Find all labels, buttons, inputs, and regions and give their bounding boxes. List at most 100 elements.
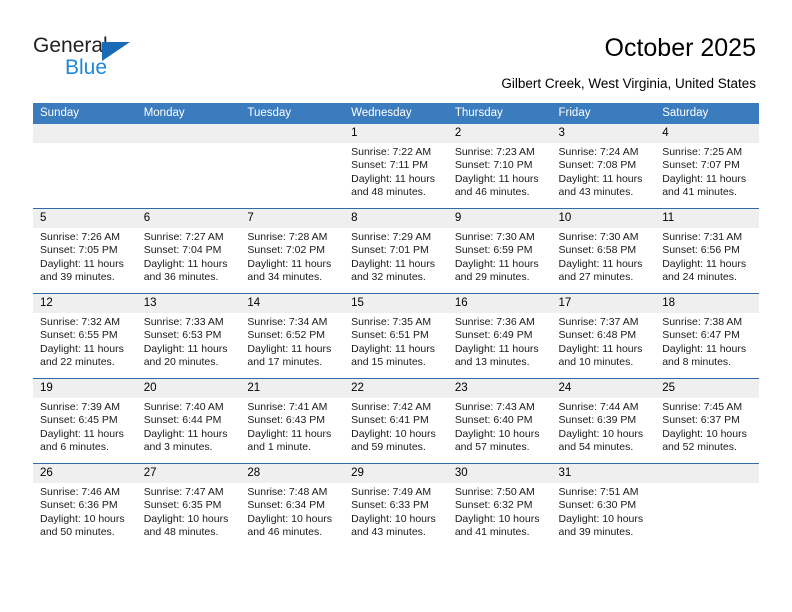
daylight-text-line1: Daylight: 10 hours [143, 512, 229, 525]
daylight-text-line2: and 57 minutes. [454, 441, 530, 454]
day-number: 26 [33, 464, 137, 483]
daylight-text-line1: Daylight: 11 hours [40, 257, 124, 270]
daylight-text-line2: and 27 minutes. [558, 271, 634, 284]
day-number: 7 [240, 209, 345, 228]
daylight-text-line2: and 20 minutes. [143, 356, 219, 369]
calendar-day-cell[interactable]: 18 Sunrise: 7:38 AM Sunset: 6:47 PM Dayligh… [655, 293, 759, 379]
sunrise-text: Sunrise: 7:41 AM [247, 401, 328, 413]
sunset-text: Sunset: 7:02 PM [247, 244, 326, 257]
day-sun-info: Sunrise: 7:29 AM Sunset: 7:01 PM Daylight:… [344, 228, 448, 285]
calendar-day-cell[interactable]: 26 Sunrise: 7:46 AM Sunset: 6:36 PM Dayligh… [33, 463, 137, 548]
calendar-day-cell[interactable]: 13 Sunrise: 7:33 AM Sunset: 6:53 PM Dayligh… [136, 293, 241, 379]
day-sun-info: Sunrise: 7:48 AM Sunset: 6:34 PM Daylight:… [240, 483, 344, 540]
day-sun-info: Sunrise: 7:23 AM Sunset: 7:10 PM Daylight:… [448, 143, 552, 200]
logo-text-blue: Blue [65, 56, 108, 79]
sunset-text: Sunset: 6:33 PM [351, 499, 429, 512]
daylight-text-line2: and 1 minute. [247, 441, 312, 454]
calendar-day-cell[interactable]: 1 Sunrise: 7:22 AM Sunset: 7:11 PM Daylight… [344, 124, 448, 209]
daylight-text-line1: Daylight: 11 hours [454, 257, 539, 270]
daylight-text-line2: and 46 minutes. [247, 526, 323, 539]
daylight-text-line2: and 50 minutes. [40, 526, 115, 539]
day-number: 20 [136, 379, 241, 398]
calendar-day-cell[interactable]: 11 Sunrise: 7:31 AM Sunset: 6:56 PM Dayligh… [655, 208, 759, 294]
calendar-day-cell[interactable]: 8 Sunrise: 7:29 AM Sunset: 7:01 PM Daylight… [344, 208, 448, 294]
calendar-day-cell[interactable]: 4 Sunrise: 7:25 AM Sunset: 7:07 PM Daylight… [655, 124, 759, 209]
day-sun-info: Sunrise: 7:49 AM Sunset: 6:33 PM Daylight:… [344, 483, 448, 540]
calendar-day-cell[interactable]: 27 Sunrise: 7:47 AM Sunset: 6:35 PM Dayligh… [136, 463, 241, 548]
daylight-text-line1: Daylight: 11 hours [662, 172, 747, 185]
calendar-day-cell[interactable]: 5 Sunrise: 7:26 AM Sunset: 7:05 PM Daylight… [33, 208, 137, 294]
day-sun-info: Sunrise: 7:34 AM Sunset: 6:52 PM Daylight:… [240, 313, 344, 370]
daylight-text-line1: Daylight: 11 hours [662, 257, 747, 270]
calendar-day-cell[interactable]: 6 Sunrise: 7:27 AM Sunset: 7:04 PM Daylight… [136, 208, 241, 294]
sunset-text: Sunset: 7:05 PM [40, 244, 118, 257]
day-number: 22 [344, 379, 448, 398]
calendar-day-cell[interactable]: 17 Sunrise: 7:37 AM Sunset: 6:48 PM Dayligh… [551, 293, 656, 379]
day-number: 23 [447, 379, 552, 398]
day-number [136, 124, 241, 143]
sunset-text: Sunset: 6:44 PM [143, 414, 222, 427]
calendar-day-cell[interactable]: 28 Sunrise: 7:48 AM Sunset: 6:34 PM Dayligh… [240, 463, 345, 548]
calendar-day-cell[interactable]: 22 Sunrise: 7:42 AM Sunset: 6:41 PM Dayligh… [344, 378, 448, 464]
calendar-day-cell-empty [655, 463, 759, 548]
daylight-text-line2: and 6 minutes. [40, 441, 109, 454]
weekday-header-monday: Monday [136, 103, 241, 124]
day-number: 21 [240, 379, 345, 398]
sunset-text: Sunset: 6:40 PM [454, 414, 533, 427]
calendar-day-cell[interactable]: 23 Sunrise: 7:43 AM Sunset: 6:40 PM Dayligh… [447, 378, 552, 464]
calendar-day-cell[interactable]: 15 Sunrise: 7:35 AM Sunset: 6:51 PM Dayligh… [344, 293, 448, 379]
sunset-text: Sunset: 6:34 PM [247, 499, 326, 512]
calendar-day-cell[interactable]: 19 Sunrise: 7:39 AM Sunset: 6:45 PM Dayligh… [33, 378, 137, 464]
calendar-day-cell[interactable]: 30 Sunrise: 7:50 AM Sunset: 6:32 PM Dayligh… [447, 463, 552, 548]
day-number: 13 [136, 294, 241, 313]
daylight-text-line2: and 24 minutes. [662, 271, 737, 284]
general-blue-logo[interactable]: General Blue [33, 34, 213, 82]
daylight-text-line2: and 22 minutes. [40, 356, 115, 369]
daylight-text-line1: Daylight: 11 hours [247, 427, 332, 440]
daylight-text-line1: Daylight: 11 hours [454, 172, 539, 185]
calendar-day-cell[interactable]: 7 Sunrise: 7:28 AM Sunset: 7:02 PM Daylight… [240, 208, 345, 294]
calendar-table: Sunday Monday Tuesday Wednesday Thursday… [33, 103, 759, 548]
daylight-text-line2: and 32 minutes. [351, 271, 426, 284]
sunset-text: Sunset: 6:52 PM [247, 329, 326, 342]
calendar-day-cell[interactable]: 24 Sunrise: 7:44 AM Sunset: 6:39 PM Dayligh… [551, 378, 656, 464]
weekday-header-sunday: Sunday [33, 103, 137, 124]
day-number: 18 [655, 294, 759, 313]
daylight-text-line1: Daylight: 10 hours [40, 512, 125, 525]
calendar-day-cell[interactable]: 25 Sunrise: 7:45 AM Sunset: 6:37 PM Dayligh… [655, 378, 759, 464]
daylight-text-line1: Daylight: 11 hours [558, 342, 643, 355]
daylight-text-line2: and 46 minutes. [454, 186, 530, 199]
calendar-day-cell[interactable]: 21 Sunrise: 7:41 AM Sunset: 6:43 PM Dayligh… [240, 378, 345, 464]
daylight-text-line2: and 43 minutes. [558, 186, 634, 199]
day-sun-info: Sunrise: 7:25 AM Sunset: 7:07 PM Daylight:… [655, 143, 759, 200]
calendar-day-cell[interactable]: 31 Sunrise: 7:51 AM Sunset: 6:30 PM Dayligh… [551, 463, 656, 548]
day-sun-info: Sunrise: 7:38 AM Sunset: 6:47 PM Daylight:… [655, 313, 759, 370]
calendar-day-cell[interactable]: 20 Sunrise: 7:40 AM Sunset: 6:44 PM Dayligh… [136, 378, 241, 464]
sunset-text: Sunset: 6:51 PM [351, 329, 429, 342]
sunset-text: Sunset: 7:08 PM [558, 159, 637, 172]
daylight-text-line2: and 39 minutes. [40, 271, 115, 284]
calendar-day-cell[interactable]: 10 Sunrise: 7:30 AM Sunset: 6:58 PM Dayligh… [551, 208, 656, 294]
sunrise-text: Sunrise: 7:22 AM [351, 146, 432, 158]
day-sun-info: Sunrise: 7:37 AM Sunset: 6:48 PM Daylight:… [552, 313, 656, 370]
sunrise-text: Sunrise: 7:45 AM [662, 401, 743, 413]
day-number: 11 [655, 209, 759, 228]
calendar-day-cell[interactable]: 3 Sunrise: 7:24 AM Sunset: 7:08 PM Daylight… [551, 124, 656, 209]
sunset-text: Sunset: 6:45 PM [40, 414, 118, 427]
daylight-text-line1: Daylight: 11 hours [351, 172, 435, 185]
day-sun-info: Sunrise: 7:40 AM Sunset: 6:44 PM Daylight:… [137, 398, 241, 455]
calendar-day-cell[interactable]: 2 Sunrise: 7:23 AM Sunset: 7:10 PM Daylight… [447, 124, 552, 209]
day-sun-info: Sunrise: 7:30 AM Sunset: 6:59 PM Daylight:… [448, 228, 552, 285]
calendar-day-cell[interactable]: 29 Sunrise: 7:49 AM Sunset: 6:33 PM Dayligh… [344, 463, 448, 548]
day-number: 6 [136, 209, 241, 228]
day-sun-info: Sunrise: 7:22 AM Sunset: 7:11 PM Daylight:… [344, 143, 448, 200]
daylight-text-line1: Daylight: 10 hours [351, 512, 436, 525]
calendar-day-cell[interactable]: 12 Sunrise: 7:32 AM Sunset: 6:55 PM Dayligh… [33, 293, 137, 379]
calendar-day-cell[interactable]: 9 Sunrise: 7:30 AM Sunset: 6:59 PM Daylight… [447, 208, 552, 294]
sunrise-text: Sunrise: 7:28 AM [247, 231, 328, 243]
logo-text-general: General [33, 34, 108, 57]
sunrise-text: Sunrise: 7:26 AM [40, 231, 120, 243]
calendar-day-cell[interactable]: 14 Sunrise: 7:34 AM Sunset: 6:52 PM Dayligh… [240, 293, 345, 379]
day-sun-info: Sunrise: 7:42 AM Sunset: 6:41 PM Daylight:… [344, 398, 448, 455]
calendar-day-cell[interactable]: 16 Sunrise: 7:36 AM Sunset: 6:49 PM Dayligh… [447, 293, 552, 379]
